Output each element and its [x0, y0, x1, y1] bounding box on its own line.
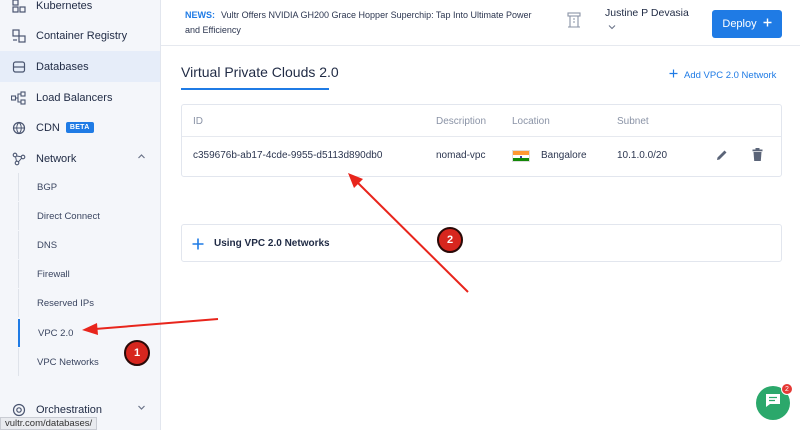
column-header-description: Description [436, 116, 487, 127]
header-divider [182, 136, 781, 137]
chat-count-badge: 2 [781, 383, 793, 395]
sidebar-item-label: CDN [36, 121, 60, 134]
plus-icon [669, 69, 678, 81]
news-text: Vultr Offers NVIDIA GH200 Grace Hopper S… [185, 10, 532, 35]
sidebar-item-kubernetes[interactable]: Kubernetes [0, 0, 160, 21]
tab-underline [181, 88, 329, 90]
sidebar-subitem-bgp[interactable]: BGP [18, 173, 160, 201]
chevron-down-icon [137, 403, 146, 415]
annotation-badge-2: 2 [437, 227, 463, 253]
sidebar-item-label: Databases [36, 60, 89, 73]
orchestration-icon [10, 401, 27, 418]
sidebar-subitem-reserved-ips[interactable]: Reserved IPs [18, 289, 160, 317]
sidebar-item-label: Kubernetes [36, 0, 93, 12]
building-icon[interactable] [567, 12, 581, 33]
vpc-table: ID Description Location Subnet c359676b-… [181, 104, 782, 177]
annotation-badge-1: 1 [124, 340, 150, 366]
chat-button[interactable]: 2 [756, 383, 793, 420]
status-bar-url: vultr.com/databases/ [0, 417, 98, 430]
database-icon [10, 58, 27, 75]
cell-id[interactable]: c359676b-ab17-4cde-9955-d5113d890db0 [193, 150, 382, 161]
cell-description: nomad-vpc [436, 150, 486, 161]
sidebar-subitem-label: Firewall [37, 268, 70, 280]
cell-location: Bangalore [541, 150, 587, 161]
chat-icon [765, 393, 781, 413]
user-name: Justine P Devasia [605, 7, 689, 19]
sidebar-subitem-label: VPC 2.0 [38, 327, 74, 339]
sidebar-subitem-direct-connect[interactable]: Direct Connect [18, 202, 160, 230]
chevron-down-icon [608, 21, 689, 33]
sidebar-item-label: Load Balancers [36, 91, 113, 104]
cdn-icon [10, 119, 27, 136]
sidebar-item-databases[interactable]: Databases [0, 51, 160, 82]
deploy-label: Deploy [722, 18, 757, 30]
sidebar-item-label: Network [36, 152, 77, 165]
accordion-label: Using VPC 2.0 Networks [214, 238, 330, 249]
news-banner[interactable]: NEWS: Vultr Offers NVIDIA GH200 Grace Hop… [185, 8, 545, 38]
sidebar-subitem-dns[interactable]: DNS [18, 231, 160, 259]
top-header: NEWS: Vultr Offers NVIDIA GH200 Grace Hop… [161, 0, 800, 46]
cell-subnet: 10.1.0.0/20 [617, 150, 668, 161]
sidebar-item-label: Orchestration [36, 403, 103, 416]
page-title: Virtual Private Clouds 2.0 [181, 64, 339, 80]
sidebar-item-cdn[interactable]: CDN BETA [0, 112, 160, 143]
sidebar-item-load-balancers[interactable]: Load Balancers [0, 82, 160, 113]
plus-icon [763, 18, 772, 30]
column-header-id: ID [193, 116, 203, 127]
news-tag: NEWS: [185, 10, 215, 20]
add-vpc-label: Add VPC 2.0 Network [684, 69, 777, 81]
sidebar-subitem-label: BGP [37, 181, 58, 193]
network-icon [10, 150, 27, 167]
sidebar-subitem-label: Direct Connect [37, 210, 100, 222]
sidebar-subitem-label: DNS [37, 239, 58, 251]
column-header-subnet: Subnet [617, 116, 649, 127]
deploy-button[interactable]: Deploy [712, 10, 782, 38]
edit-icon[interactable] [715, 148, 729, 167]
user-menu[interactable]: Justine P Devasia [605, 7, 689, 33]
column-header-location: Location [512, 116, 550, 127]
sidebar-subitem-label: VPC Networks [37, 356, 99, 368]
load-balancer-icon [10, 89, 27, 106]
plus-icon [192, 237, 204, 255]
sidebar-item-label: Container Registry [36, 29, 128, 42]
sidebar-item-container-registry[interactable]: Container Registry [0, 20, 160, 51]
beta-badge: BETA [65, 122, 94, 133]
trash-icon[interactable] [751, 148, 764, 167]
add-vpc-button[interactable]: Add VPC 2.0 Network [669, 69, 776, 81]
sidebar-item-network[interactable]: Network [0, 143, 160, 174]
kubernetes-icon [10, 0, 27, 14]
chevron-up-icon [137, 152, 146, 164]
india-flag-icon [512, 150, 530, 162]
sidebar-subitem-label: Reserved IPs [37, 297, 95, 309]
using-vpc-accordion[interactable]: Using VPC 2.0 Networks [181, 224, 782, 262]
registry-icon [10, 27, 27, 44]
sidebar-subitem-firewall[interactable]: Firewall [18, 260, 160, 288]
